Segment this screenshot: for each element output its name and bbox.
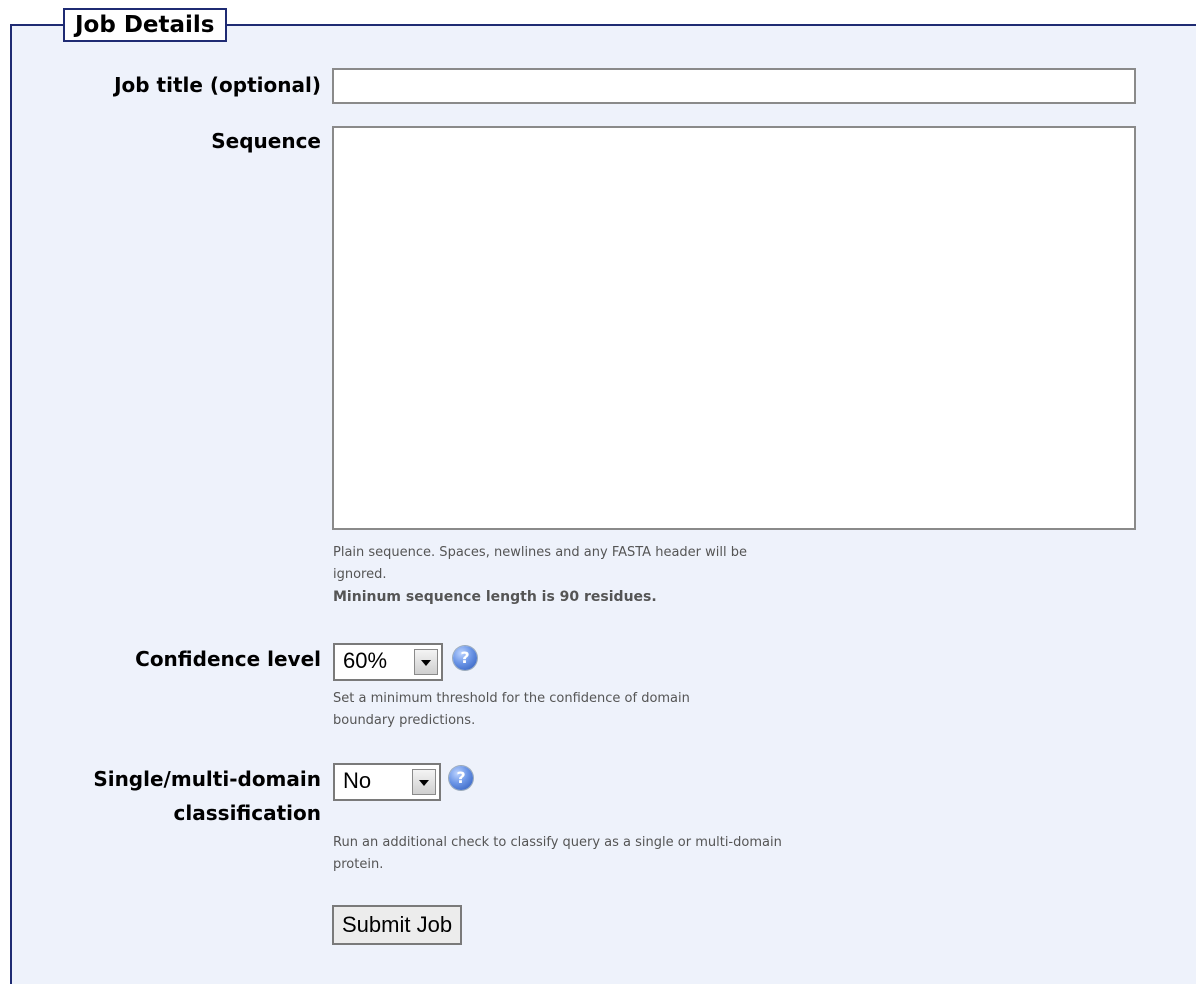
job-title-input[interactable] — [332, 68, 1136, 104]
confidence-select[interactable]: 60% — [333, 643, 443, 681]
help-question-icon[interactable]: ? — [453, 646, 477, 670]
confidence-dropdown-button[interactable] — [414, 649, 438, 675]
classification-label-line2: classification — [173, 801, 321, 825]
sequence-label: Sequence — [211, 129, 321, 153]
sequence-help-text: Plain sequence. Spaces, newlines and any… — [333, 545, 747, 582]
classification-select[interactable]: No — [333, 763, 441, 801]
confidence-label: Confidence level — [135, 647, 321, 671]
sequence-min-length-note: Mininum sequence length is 90 residues. — [333, 589, 657, 605]
chevron-down-icon — [419, 780, 429, 786]
classification-selected-value: No — [343, 768, 372, 793]
sequence-textarea[interactable] — [332, 126, 1136, 530]
job-details-legend: Job Details — [63, 8, 227, 42]
submit-job-button[interactable]: Submit Job — [332, 905, 463, 945]
job-title-label: Job title (optional) — [114, 73, 321, 97]
help-question-icon[interactable]: ? — [449, 766, 473, 790]
classification-help: Run an additional check to classify quer… — [333, 835, 782, 872]
classification-dropdown-button[interactable] — [412, 769, 436, 795]
confidence-selected-value: 60% — [343, 648, 388, 673]
sequence-help: Plain sequence. Spaces, newlines and any… — [333, 542, 753, 609]
classification-label-line1: Single/multi-domain — [93, 767, 321, 791]
confidence-help: Set a minimum threshold for the confiden… — [333, 691, 690, 728]
chevron-down-icon — [421, 660, 431, 666]
